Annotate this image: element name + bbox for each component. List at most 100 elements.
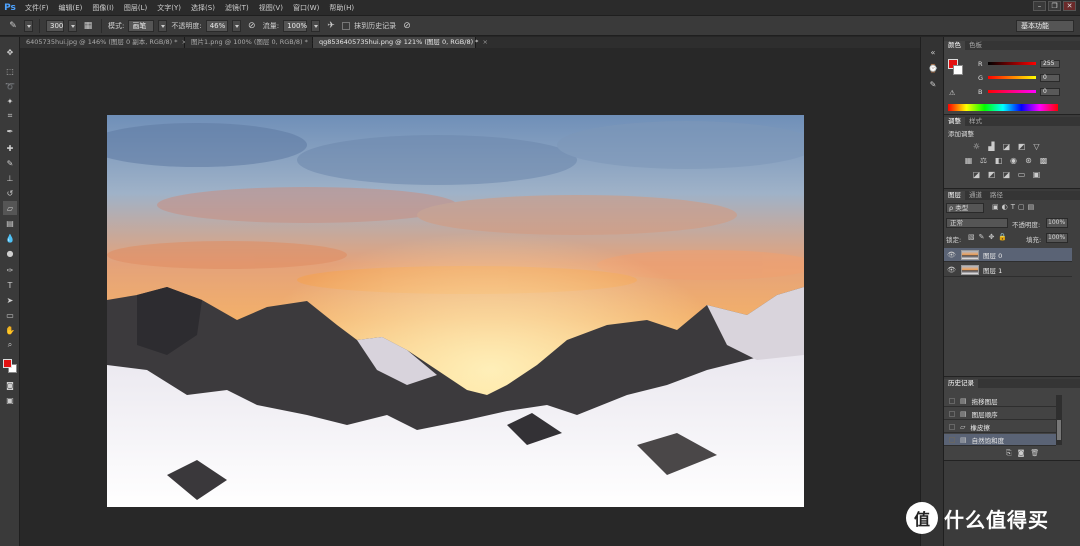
mode-select[interactable]: 画笔 — [128, 19, 155, 32]
opacity-field[interactable]: 46% — [205, 19, 228, 32]
lock-icons[interactable]: ▧✎✥🔒 — [968, 233, 1011, 241]
menu-item[interactable]: 图像(I) — [87, 3, 119, 13]
menu-item[interactable]: 视图(V) — [254, 3, 288, 13]
history-snapshot-box[interactable] — [949, 410, 955, 417]
history-item[interactable]: ▤ 拖移图层 — [944, 395, 1056, 407]
tab-adjustments[interactable]: 调整 — [944, 117, 965, 126]
canvas-area[interactable] — [20, 48, 920, 546]
brush-picker-dropdown[interactable] — [68, 19, 77, 32]
brush-tool-icon[interactable]: ✎ — [3, 156, 17, 170]
color-spectrum-bar[interactable] — [948, 104, 1058, 111]
restore-button[interactable]: ❐ — [1048, 1, 1061, 11]
layer-row[interactable]: 👁 图层 1 — [944, 263, 1072, 277]
brush-size-field[interactable]: 300 — [46, 19, 64, 32]
history-snapshot-box[interactable] — [949, 397, 955, 404]
fill-field[interactable]: 100% — [1046, 233, 1068, 243]
posterize-icon[interactable]: ◩ — [985, 169, 998, 180]
erase-to-history-checkbox[interactable] — [342, 21, 351, 30]
layer-filter-select[interactable]: ρ 类型 — [946, 203, 984, 213]
move-tool-icon[interactable]: ✥ — [3, 45, 17, 59]
history-brush-tool-icon[interactable]: ↺ — [3, 186, 17, 200]
dodge-tool-icon[interactable]: ● — [3, 246, 17, 260]
invert-icon[interactable]: ◪ — [970, 169, 983, 180]
gradient-map-icon[interactable]: ▭ — [1015, 169, 1028, 180]
history-item[interactable]: ▱ 橡皮擦 — [944, 421, 1056, 433]
red-slider[interactable] — [988, 62, 1036, 65]
menu-item[interactable]: 滤镜(T) — [220, 3, 254, 13]
eraser-tool-icon[interactable]: ▱ — [3, 201, 17, 215]
hue-sat-icon[interactable]: ▦ — [962, 155, 975, 166]
brightness-icon[interactable]: ☼ — [970, 141, 983, 152]
tab-styles[interactable]: 样式 — [965, 117, 986, 126]
scroll-thumb[interactable] — [1057, 420, 1061, 440]
document-tab-active[interactable]: qg8536405735hui.png @ 121% (图层 0, RGB/8)… — [313, 37, 488, 48]
curves-icon[interactable]: ◪ — [1000, 141, 1013, 152]
tool-preset-dropdown[interactable] — [24, 19, 33, 32]
close-button[interactable]: ✕ — [1063, 1, 1076, 11]
selective-color-icon[interactable]: ▣ — [1030, 169, 1043, 180]
hand-tool-icon[interactable]: ✋ — [3, 323, 17, 337]
collapse-icon[interactable]: « — [926, 45, 940, 59]
shape-tool-icon[interactable]: ▭ — [3, 308, 17, 322]
eye-icon[interactable]: 👁 — [947, 251, 957, 259]
pressure-size-icon[interactable]: ⊘ — [400, 19, 414, 33]
menu-item[interactable]: 编辑(E) — [54, 3, 88, 13]
color-balance-icon[interactable]: ⚖ — [977, 155, 990, 166]
properties-panel-icon[interactable]: ✎ — [926, 77, 940, 91]
document-tab[interactable]: 图片1.png @ 100% (图层 0, RGB/8) *× — [185, 37, 317, 48]
threshold-icon[interactable]: ◪ — [1000, 169, 1013, 180]
gamut-warning-icon[interactable]: ⚠ — [949, 89, 955, 97]
green-slider[interactable] — [988, 76, 1036, 79]
layer-filter-icons[interactable]: ▣◐T▢▤ — [992, 203, 1037, 211]
flow-dropdown[interactable] — [311, 19, 321, 32]
photo-filter-icon[interactable]: ◉ — [1007, 155, 1020, 166]
history-item[interactable]: ▤ 图层顺序 — [944, 408, 1056, 420]
history-item-active[interactable]: ▤ 自然饱和度 — [944, 434, 1056, 446]
red-value[interactable]: 255 — [1040, 59, 1060, 68]
marquee-tool-icon[interactable]: ⬚ — [3, 64, 17, 78]
crop-tool-icon[interactable]: ⌗ — [3, 109, 17, 123]
exposure-icon[interactable]: ◩ — [1015, 141, 1028, 152]
blue-value[interactable]: 0 — [1040, 87, 1060, 96]
history-actions[interactable]: ⎘◙🗑 — [1006, 449, 1045, 458]
brush-panel-icon[interactable]: ▦ — [81, 19, 95, 33]
menu-item[interactable]: 文字(Y) — [152, 3, 186, 13]
flow-field[interactable]: 100% — [283, 19, 307, 32]
menu-item[interactable]: 文件(F) — [20, 3, 54, 13]
color-lookup-icon[interactable]: ▩ — [1037, 155, 1050, 166]
eye-icon[interactable]: 👁 — [947, 266, 957, 274]
history-scrollbar[interactable] — [1056, 395, 1062, 445]
mode-dropdown[interactable] — [158, 19, 168, 32]
pressure-opacity-icon[interactable]: ⊘ — [245, 19, 259, 33]
bw-icon[interactable]: ◧ — [992, 155, 1005, 166]
history-panel-icon[interactable]: ⌚ — [926, 61, 940, 75]
stamp-tool-icon[interactable]: ⊥ — [3, 171, 17, 185]
foreground-color-swatch[interactable] — [3, 359, 12, 368]
history-snapshot-box[interactable] — [949, 423, 955, 430]
healing-tool-icon[interactable]: ✚ — [3, 141, 17, 155]
eyedropper-tool-icon[interactable]: ✒ — [3, 124, 17, 138]
type-tool-icon[interactable]: T — [3, 278, 17, 292]
tab-history[interactable]: 历史记录 — [944, 379, 978, 388]
vibrance-icon[interactable]: ▽ — [1030, 141, 1043, 152]
blue-slider[interactable] — [988, 90, 1036, 93]
layer-opacity-field[interactable]: 100% — [1046, 218, 1068, 228]
menu-item[interactable]: 选择(S) — [186, 3, 220, 13]
gradient-tool-icon[interactable]: ▤ — [3, 216, 17, 230]
lasso-tool-icon[interactable]: ➰ — [3, 79, 17, 93]
zoom-tool-icon[interactable]: ⌕ — [3, 338, 17, 352]
minimize-button[interactable]: – — [1033, 1, 1046, 11]
layer-row[interactable]: 👁 图层 0 — [944, 248, 1072, 262]
close-icon[interactable]: × — [482, 37, 487, 48]
workspace-select[interactable]: 基本功能 — [1016, 20, 1074, 32]
opacity-dropdown[interactable] — [231, 19, 241, 32]
blend-mode-select[interactable]: 正常 — [946, 218, 1008, 228]
blur-tool-icon[interactable]: 💧 — [3, 231, 17, 245]
eraser-tool-icon[interactable]: ✎ — [6, 19, 20, 33]
document-canvas-image[interactable] — [107, 115, 804, 507]
tab-layers[interactable]: 图层 — [944, 191, 965, 200]
tab-swatches[interactable]: 色板 — [965, 41, 986, 50]
tab-channels[interactable]: 通道 — [965, 191, 986, 200]
document-tab[interactable]: 6405735hui.jpg @ 146% (图层 0 副本, RGB/8) *… — [20, 37, 187, 48]
pen-tool-icon[interactable]: ✑ — [3, 263, 17, 277]
